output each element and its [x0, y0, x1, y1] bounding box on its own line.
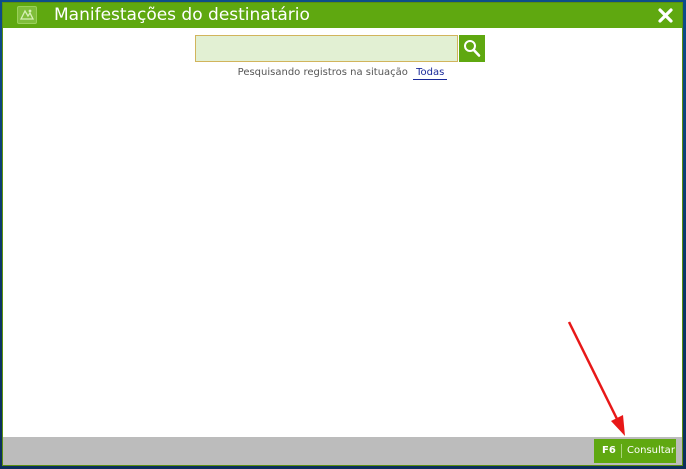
- dialog-window: Manifestações do destinatário Pesquisand…: [2, 2, 683, 466]
- search-input[interactable]: [195, 35, 458, 62]
- close-icon[interactable]: [657, 7, 674, 24]
- window-title: Manifestações do destinatário: [54, 5, 310, 25]
- status-filter-link[interactable]: Todas: [413, 67, 448, 80]
- status-prefix: Pesquisando registros na situação: [237, 67, 408, 78]
- consultar-button[interactable]: F6 Consultar: [594, 439, 676, 463]
- search-icon: [464, 40, 481, 57]
- search-status-line: Pesquisando registros na situação Todas: [3, 67, 682, 80]
- search-button[interactable]: [459, 35, 485, 62]
- consultar-label: Consultar: [627, 445, 675, 456]
- shortcut-key: F6: [602, 445, 616, 456]
- app-logo-icon: [17, 6, 37, 24]
- title-bar[interactable]: Manifestações do destinatário: [3, 3, 682, 28]
- button-separator: [621, 444, 622, 458]
- bottom-toolbar: F6 Consultar: [3, 437, 682, 465]
